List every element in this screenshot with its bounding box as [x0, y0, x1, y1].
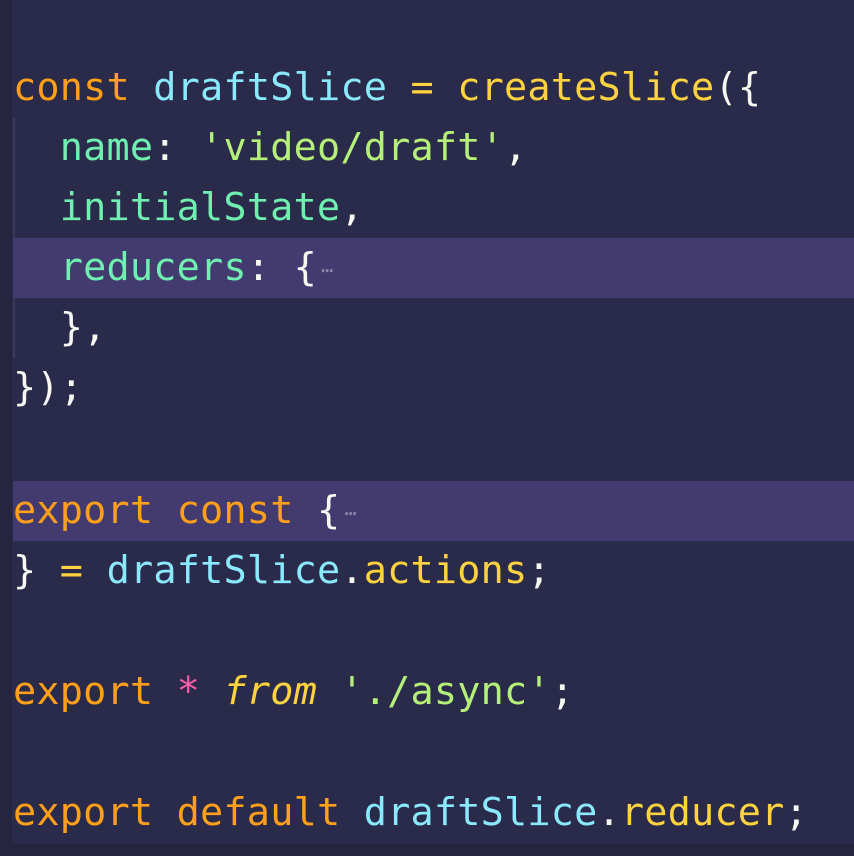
code-line-4-folded[interactable]: reducers: {⋯: [13, 238, 854, 298]
punctuation-token: ,: [504, 125, 528, 170]
operator-token: =: [59, 548, 84, 593]
editor-bottom-edge: [0, 844, 854, 856]
code-line-3[interactable]: initialState,: [13, 178, 854, 238]
punctuation-token: {: [293, 245, 317, 290]
function-token: createSlice: [457, 65, 715, 110]
punctuation-token: .: [340, 548, 364, 593]
code-line-13[interactable]: export default draftSlice.reducer;: [13, 783, 854, 843]
punctuation-token: ;: [550, 669, 575, 714]
code-line-8-folded[interactable]: export const {⋯: [13, 481, 854, 541]
punctuation-token: ,: [340, 185, 364, 230]
member-token: actions: [363, 548, 528, 593]
punctuation-token: },: [59, 305, 107, 350]
code-line-9[interactable]: } = draftSlice.actions;: [13, 541, 854, 601]
punctuation-token: :: [153, 125, 177, 170]
fold-ellipsis-icon[interactable]: ⋯: [321, 240, 333, 300]
property-token: name: [59, 125, 154, 170]
keyword-token: from: [223, 669, 317, 714]
identifier-token: draftSlice: [106, 548, 341, 593]
punctuation-token: ;: [784, 790, 808, 835]
property-token: initialState: [59, 185, 341, 230]
code-line-5[interactable]: },: [13, 298, 854, 358]
keyword-token: const: [176, 488, 294, 533]
punctuation-token: .: [597, 790, 621, 835]
code-line-2[interactable]: name: 'video/draft',: [13, 118, 854, 178]
property-token: reducers: [59, 245, 247, 290]
fold-ellipsis-icon[interactable]: ⋯: [344, 483, 356, 543]
operator-token: *: [176, 669, 201, 714]
code-editor[interactable]: const draftSlice = createSlice({ name: '…: [0, 0, 854, 856]
gutter: [0, 0, 12, 856]
code-line-11[interactable]: export * from './async';: [13, 662, 854, 722]
operator-token: =: [410, 65, 434, 110]
keyword-token: default: [176, 790, 341, 835]
keyword-token: export: [13, 669, 154, 714]
punctuation-token: {: [316, 488, 341, 533]
punctuation-token: :: [246, 245, 271, 290]
code-line-1[interactable]: const draftSlice = createSlice({: [13, 58, 854, 118]
string-token: './async': [340, 669, 551, 714]
punctuation-token: }: [13, 548, 37, 593]
identifier-token: draftSlice: [153, 65, 388, 110]
code-line-6[interactable]: });: [13, 358, 854, 418]
string-token: 'video/draft': [200, 125, 505, 170]
member-token: reducer: [620, 790, 785, 835]
keyword-token: const: [13, 65, 130, 110]
identifier-token: draftSlice: [363, 790, 598, 835]
punctuation-token: });: [13, 365, 84, 410]
keyword-token: export: [13, 488, 154, 533]
keyword-token: export: [13, 790, 154, 835]
punctuation-token: ;: [527, 548, 551, 593]
punctuation-token: ({: [714, 65, 762, 110]
